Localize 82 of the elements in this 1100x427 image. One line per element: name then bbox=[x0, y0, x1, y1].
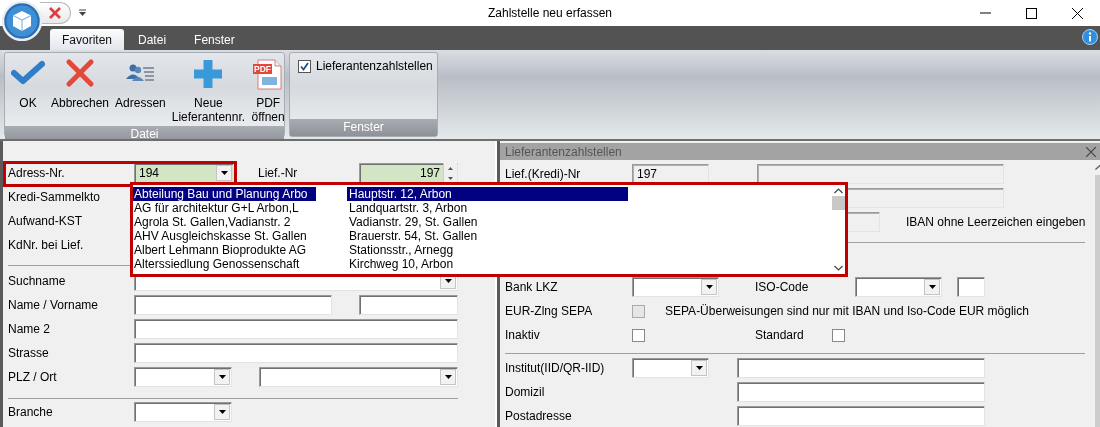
field-label: Suchname bbox=[8, 274, 67, 288]
caret-icon bbox=[444, 279, 452, 283]
toolbar-button[interactable]: PDF PDF öffnen bbox=[248, 56, 289, 126]
text-field[interactable] bbox=[134, 343, 458, 363]
caret-icon bbox=[220, 171, 228, 175]
number-field[interactable]: 197 bbox=[359, 163, 458, 183]
caret-icon bbox=[705, 285, 713, 289]
checkbox[interactable] bbox=[832, 328, 845, 342]
caret-icon bbox=[695, 366, 703, 370]
address-dropdown-menu[interactable] bbox=[130, 182, 848, 277]
caret-icon bbox=[218, 410, 226, 414]
ribbon-tab[interactable]: Favoriten bbox=[50, 29, 125, 50]
dropdown-field[interactable] bbox=[632, 358, 709, 378]
close-icon[interactable] bbox=[1086, 146, 1096, 157]
caret-icon bbox=[444, 375, 452, 379]
checkmark-icon bbox=[300, 61, 309, 71]
field-label: Institut(IID/QR-IID) bbox=[505, 361, 606, 375]
dropdown-field[interactable]: 194 bbox=[134, 163, 234, 183]
field-label: Adress-Nr. bbox=[8, 166, 66, 180]
field-label: Lief.-Nr bbox=[258, 166, 299, 180]
checkbox-label: Lieferantenzahlstellen bbox=[316, 59, 433, 73]
field-label: Bank LKZ bbox=[505, 280, 559, 294]
checkbox[interactable] bbox=[632, 328, 645, 342]
dropdown-field[interactable] bbox=[134, 402, 232, 422]
down-arrow-icon bbox=[448, 176, 453, 180]
field-label: Domizil bbox=[505, 385, 546, 399]
list-item[interactable]: Alterssiedlung Genossenschaft Kirchweg 10, Arbon bbox=[133, 257, 831, 271]
ribbon-tab[interactable]: Fenster bbox=[180, 29, 249, 50]
field-label: KdNr. bei Lief. bbox=[8, 238, 85, 252]
caret-icon bbox=[218, 375, 226, 379]
field-label: Standard bbox=[755, 328, 805, 342]
hint-text: SEPA-Überweisungen sind nur mit IBAN und Iso-Code EUR möglich bbox=[665, 304, 1029, 318]
field-label: PLZ / Ort bbox=[8, 370, 58, 384]
list-item[interactable]: AHV Ausgleichskasse St. Gallen Brauerstr. 54, St. Gallen bbox=[133, 229, 831, 243]
up-arrow-icon bbox=[448, 166, 453, 170]
toolbar-button[interactable]: OK bbox=[8, 56, 48, 112]
field-label: Branche bbox=[8, 405, 54, 419]
hint-text: IBAN ohne Leerzeichen eingeben bbox=[906, 215, 1086, 229]
field-label: EUR-Zlng SEPA bbox=[505, 304, 594, 318]
panel-title: Lieferantenzahlstellen bbox=[505, 144, 622, 159]
field-label: Name 2 bbox=[8, 322, 52, 336]
field-label: Strasse bbox=[8, 346, 50, 360]
toolbar-button[interactable]: Abbrechen bbox=[48, 56, 113, 112]
text-field[interactable] bbox=[134, 319, 458, 339]
chevron-up-icon[interactable] bbox=[833, 188, 843, 194]
field-label: Name / Vorname bbox=[8, 298, 100, 312]
text-field[interactable] bbox=[737, 358, 985, 378]
ribbon-tab[interactable]: Datei bbox=[124, 29, 181, 50]
field-label: ISO-Code bbox=[755, 280, 810, 294]
dropdown-field[interactable] bbox=[855, 277, 942, 297]
toolbar-button[interactable]: Neue Lieferantennr. bbox=[168, 56, 249, 126]
list-item[interactable]: AG für architektur G+L Arbon,L Landquartstr. 3, Arbon bbox=[133, 201, 831, 215]
field-label: Lief.(Kredi)-Nr bbox=[505, 167, 582, 181]
field-label: Kredi-Sammelkto bbox=[8, 190, 102, 204]
maximize-icon bbox=[1025, 7, 1037, 19]
dropdown-field[interactable] bbox=[259, 367, 458, 387]
caret-icon bbox=[928, 285, 936, 289]
field-label: Inaktiv bbox=[505, 328, 541, 342]
dropdown-field[interactable] bbox=[134, 367, 232, 387]
checkbox[interactable] bbox=[298, 59, 311, 73]
chevron-down-icon[interactable] bbox=[833, 265, 843, 271]
text-field[interactable] bbox=[737, 406, 985, 426]
list-item[interactable]: Albert Lehmann Bioprodukte AG Stationsstr., Arnegg bbox=[133, 243, 831, 257]
list-item[interactable]: Abteilung Bau und Planung Arbo Hauptstr. 12, Arbon bbox=[133, 187, 831, 201]
text-field[interactable] bbox=[134, 295, 332, 315]
group-label: Fenster bbox=[290, 119, 437, 136]
window-title: Zahlstelle neu erfassen bbox=[487, 6, 613, 20]
text-field[interactable] bbox=[957, 277, 985, 297]
menu-caret-icon[interactable] bbox=[79, 9, 86, 17]
text-field[interactable] bbox=[359, 295, 458, 315]
close-icon bbox=[48, 6, 62, 20]
field-label: Aufwand-KST bbox=[8, 214, 84, 228]
dropdown-field[interactable] bbox=[632, 277, 719, 297]
toolbar-button[interactable]: Adressen bbox=[112, 56, 169, 112]
close-icon bbox=[1071, 7, 1083, 19]
minimize-icon bbox=[979, 12, 991, 14]
list-item[interactable]: Agrola St. Gallen,Vadianstr. 2 Vadianstr. 29, St. Gallen bbox=[133, 215, 831, 229]
field-label: Postadresse bbox=[505, 409, 573, 423]
close-button[interactable] bbox=[40, 2, 71, 24]
info-icon[interactable] bbox=[1082, 29, 1098, 45]
scrollbar-thumb[interactable] bbox=[831, 196, 845, 210]
text-field[interactable] bbox=[737, 382, 985, 402]
